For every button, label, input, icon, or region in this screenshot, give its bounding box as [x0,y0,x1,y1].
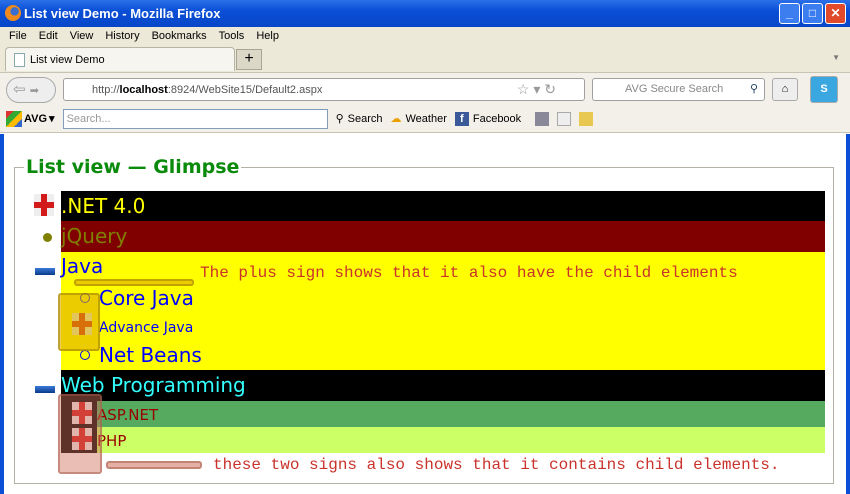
highlight-box [58,293,100,351]
calculator-icon [535,111,550,126]
page-icon [14,52,25,67]
circle-bullet-icon [80,350,90,360]
list-item-net-beans[interactable]: Net Beans [99,343,202,367]
list-item-web-programming[interactable]: Web Programming [61,370,825,401]
close-button[interactable]: ✕ [825,3,846,24]
avg-logo-text: AVG [24,112,48,125]
menu-view[interactable]: View [70,30,94,42]
list-item-php[interactable]: PHP [61,427,825,453]
tab-list-view-demo[interactable]: List view Demo [5,47,235,71]
avg-search-input[interactable]: Search... [62,108,328,129]
url-prefix: http:// [92,83,120,96]
facebook-button[interactable]: f Facebook [454,111,522,126]
minimize-button[interactable]: _ [779,3,800,24]
title-bar: List view Demo - Mozilla Firefox _ □ ✕ [0,0,850,27]
notepad-button[interactable] [557,111,572,126]
search-label: Search [347,112,383,125]
navigation-bar: ⇦ ➡ http://localhost:8924/WebSite15/Defa… [0,72,850,105]
notepad-icon [557,111,572,126]
calculator-button[interactable] [535,111,550,126]
bullet-icon [43,233,52,242]
menu-tools[interactable]: Tools [219,30,245,42]
highlight-arrow [74,279,194,286]
weather-label: Weather [405,112,447,125]
list-item-net[interactable]: .NET 4.0 [61,191,825,221]
home-button[interactable]: ⌂ [772,78,798,101]
weather-button[interactable]: ☁ Weather [390,112,447,126]
url-bar[interactable]: http://localhost:8924/WebSite15/Default2… [63,78,585,101]
highlight-box [58,394,102,474]
menu-edit[interactable]: Edit [39,30,58,42]
search-placeholder: AVG Secure Search [625,83,724,95]
weather-icon: ☁ [390,113,402,125]
firefox-icon [5,5,21,21]
folder-search-icon [579,111,594,126]
list-item-core-java[interactable]: Core Java [99,286,194,310]
search-engine-box[interactable]: AVG Secure Search ⚲ [592,78,765,101]
search-icon: ⚲ [335,113,344,125]
back-arrow-icon[interactable]: ⇦ [13,81,26,98]
menu-help[interactable]: Help [256,30,279,42]
minus-icon[interactable] [35,268,55,275]
tab-label: List view Demo [30,53,105,66]
magnifier-icon[interactable]: ⚲ [750,79,758,100]
avg-logo-icon [6,110,22,127]
tab-list-dropdown-icon[interactable]: ▼ [832,53,840,62]
list-item-advance-java[interactable]: Advance Java [99,320,193,336]
bookmark-star-icon[interactable]: ☆ ▾ ↻ [517,81,556,98]
java-label: Java [61,254,104,278]
list-item-aspnet[interactable]: ASP.NET [61,401,825,427]
highlight-arrow [106,461,202,469]
url-host: localhost [119,83,168,96]
menu-history[interactable]: History [105,30,139,42]
tab-bar: List view Demo + ▼ [0,45,850,72]
back-forward-button[interactable]: ⇦ ➡ [6,77,56,103]
avg-logo[interactable]: AVG ▾ [6,110,55,127]
minus-icon[interactable] [35,386,55,393]
facebook-icon: f [454,111,469,126]
annotation-two-signs: these two signs also shows that it conta… [213,456,780,474]
avg-toolbar: AVG ▾ Search... ⚲ Search ☁ Weather f Facebo… [0,105,850,133]
avg-search-button[interactable]: ⚲ Search [335,112,383,126]
menu-bar: File Edit View History Bookmarks Tools H… [0,27,850,45]
new-tab-button[interactable]: + [236,49,262,70]
menu-file[interactable]: File [9,30,27,42]
maximize-button[interactable]: □ [802,3,823,24]
folder-search-button[interactable] [579,111,594,126]
menu-bookmarks[interactable]: Bookmarks [152,30,207,42]
window-title: List view Demo - Mozilla Firefox [24,6,221,21]
forward-arrow-icon[interactable]: ➡ [30,85,39,97]
fieldset-legend: List view — Glimpse [26,156,240,178]
url-path: :8924/WebSite15/Default2.aspx [167,83,323,96]
plus-icon[interactable] [34,194,54,216]
skype-icon[interactable]: S [810,76,838,103]
annotation-plus-sign: The plus sign shows that it also have th… [200,264,738,282]
facebook-label: Facebook [472,112,522,125]
list-item-jquery[interactable]: jQuery [61,221,825,252]
